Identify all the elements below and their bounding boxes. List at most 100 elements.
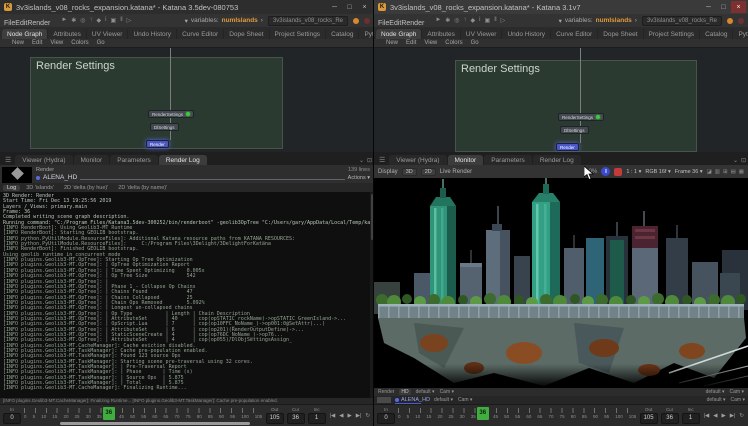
- menu-item[interactable]: Edit: [15, 20, 27, 27]
- float-pane-icon[interactable]: ⊡: [741, 157, 746, 164]
- step-icon[interactable]: ▷: [127, 17, 132, 24]
- zoom-level[interactable]: 1 : 1 ▾: [626, 169, 641, 175]
- pointer-icon[interactable]: ►: [61, 17, 67, 24]
- nodegraph-menu-item[interactable]: Go: [471, 40, 479, 46]
- catalog-dropdown[interactable]: default ▾: [707, 397, 726, 403]
- timeline-current-field[interactable]: 36: [661, 413, 679, 424]
- timeline-current-field[interactable]: 36: [287, 413, 305, 424]
- log-filter-tab[interactable]: Log: [3, 185, 20, 191]
- pane-tab[interactable]: Monitor: [74, 155, 110, 165]
- stop-render-button[interactable]: [614, 168, 622, 176]
- gear-icon[interactable]: ✱: [445, 17, 450, 24]
- nodegraph-menu-item[interactable]: View: [50, 40, 63, 46]
- compare-icon[interactable]: ◪: [707, 169, 712, 175]
- titlebar[interactable]: K 3v3islands_v08_rocks_expansion.katana*…: [0, 0, 374, 14]
- search-icon[interactable]: ◎: [80, 17, 85, 24]
- transport-button[interactable]: ↻: [364, 413, 371, 419]
- info-icon[interactable]: i: [105, 17, 106, 24]
- step-icon[interactable]: ▷: [501, 17, 506, 24]
- pause-toggle-icon[interactable]: ‖: [120, 17, 122, 24]
- nodegraph-menu-item[interactable]: Edit: [406, 40, 416, 46]
- pane-tab[interactable]: Render Log: [533, 155, 581, 165]
- maximize-button[interactable]: □: [342, 1, 357, 13]
- nodegraph-menu-item[interactable]: Colors: [445, 40, 462, 46]
- log-filter-tab[interactable]: 2D 'delta (by hue)': [60, 185, 112, 191]
- scene-name-field[interactable]: 3v3islands_v08_rocks_Re: [268, 16, 348, 26]
- node-dlsettings[interactable]: DlSettings: [560, 126, 589, 134]
- aov-dropdown[interactable]: default ▾: [416, 389, 435, 395]
- panel-tab[interactable]: Curve Editor: [177, 29, 224, 39]
- pane-menu-icon[interactable]: ☰: [2, 156, 14, 165]
- camera-dropdown[interactable]: Cam ▾: [440, 389, 454, 395]
- search-icon[interactable]: ◎: [454, 17, 459, 24]
- chevron-right-icon[interactable]: ›: [261, 17, 263, 24]
- panel-tab[interactable]: Catalog: [700, 29, 733, 39]
- expand-icon[interactable]: ⊞: [723, 169, 728, 175]
- frame-selector[interactable]: Frame 36 ▾: [675, 169, 703, 175]
- menu-item[interactable]: Render: [27, 20, 50, 27]
- panel-tab[interactable]: UV Viewer: [87, 29, 129, 39]
- pane-menu-icon[interactable]: ☰: [376, 156, 388, 165]
- pause-toggle-icon[interactable]: ‖: [494, 17, 496, 24]
- panel-tab[interactable]: Python: [733, 29, 748, 39]
- live-render-label[interactable]: Live Render: [440, 169, 472, 175]
- panel-tab[interactable]: UV Viewer: [461, 29, 503, 39]
- collapse-pane-icon[interactable]: ⌄: [359, 157, 364, 164]
- arrow-up-icon[interactable]: ↑: [464, 17, 467, 24]
- transport-button[interactable]: ▶: [346, 413, 352, 419]
- render-icon[interactable]: ▣: [111, 17, 117, 24]
- transport-button[interactable]: ◀: [712, 413, 718, 419]
- pane-tab[interactable]: Viewer (Hydra): [389, 155, 446, 165]
- pane-tab[interactable]: Parameters: [484, 155, 532, 165]
- timeline-in-field[interactable]: 0: [377, 413, 395, 424]
- panel-tab[interactable]: Node Graph: [376, 29, 422, 39]
- current-frame-marker[interactable]: 36: [103, 407, 115, 420]
- log-filter-tab[interactable]: 2D 'delta (by name)': [114, 185, 171, 191]
- transport-button[interactable]: |◀: [703, 413, 711, 419]
- nodegraph-canvas[interactable]: Render Settings RenderSettings DlSetting…: [0, 48, 374, 152]
- variables-value[interactable]: numIslands: [596, 17, 632, 24]
- catalog-dropdown[interactable]: Cam ▾: [731, 397, 745, 403]
- actions-dropdown[interactable]: Actions ▾: [348, 175, 370, 181]
- backdrop-render-settings[interactable]: Render Settings: [455, 60, 697, 152]
- log-filter-input[interactable]: [80, 175, 344, 180]
- catalog-icon[interactable]: ▦: [739, 169, 744, 175]
- render-node-name[interactable]: ALENA_HD: [43, 174, 77, 181]
- transport-button[interactable]: ↻: [738, 413, 745, 419]
- float-pane-icon[interactable]: ⊡: [367, 157, 372, 164]
- aov-dropdown-right[interactable]: default ▾: [706, 389, 725, 395]
- panel-tab[interactable]: Undo History: [128, 29, 177, 39]
- pointer-icon[interactable]: ►: [435, 17, 441, 24]
- nodegraph-canvas[interactable]: Render Settings RenderSettings DlSetting…: [374, 48, 748, 152]
- transport-button[interactable]: ▶|: [355, 413, 363, 419]
- menu-item[interactable]: File: [378, 20, 389, 27]
- catalog-dropdown[interactable]: default ▾: [434, 397, 453, 403]
- minimize-button[interactable]: ─: [701, 1, 716, 13]
- panel-tab[interactable]: Dope Sheet: [224, 29, 269, 39]
- view-flag-icon[interactable]: [186, 112, 190, 116]
- titlebar[interactable]: K 3v3islands_v08_rocks_expansion.katana*…: [374, 0, 748, 14]
- panel-tab[interactable]: Project Settings: [270, 29, 327, 39]
- nodegraph-menu-item[interactable]: Edit: [32, 40, 42, 46]
- timeline-out-field[interactable]: 105: [266, 413, 284, 424]
- pane-tab[interactable]: Monitor: [448, 155, 484, 165]
- panel-tab[interactable]: Dope Sheet: [598, 29, 643, 39]
- view-2d-button[interactable]: 2D: [421, 168, 436, 176]
- node-dlsettings[interactable]: DlSettings: [150, 123, 179, 131]
- scene-name-field[interactable]: 3v3islands_v08_rocks_Re: [642, 16, 722, 26]
- timeline-inc-field[interactable]: 1: [682, 413, 700, 424]
- timeline-inc-field[interactable]: 1: [308, 413, 326, 424]
- panel-tab[interactable]: Attributes: [48, 29, 86, 39]
- chevron-down-icon[interactable]: ▾: [559, 17, 562, 25]
- collapse-pane-icon[interactable]: ⌄: [733, 157, 738, 164]
- menu-item[interactable]: Render: [401, 20, 424, 27]
- flag-icon[interactable]: ◆: [97, 17, 102, 24]
- close-button[interactable]: ×: [357, 1, 372, 13]
- nodegraph-menu-item[interactable]: Colors: [71, 40, 88, 46]
- render-thumbnail[interactable]: [2, 167, 32, 183]
- node-render[interactable]: Render: [556, 143, 579, 151]
- arrow-up-icon[interactable]: ↑: [90, 17, 93, 24]
- gear-icon[interactable]: ✱: [71, 17, 76, 24]
- timeline-in-field[interactable]: 0: [3, 413, 21, 424]
- info-icon[interactable]: i: [479, 17, 480, 24]
